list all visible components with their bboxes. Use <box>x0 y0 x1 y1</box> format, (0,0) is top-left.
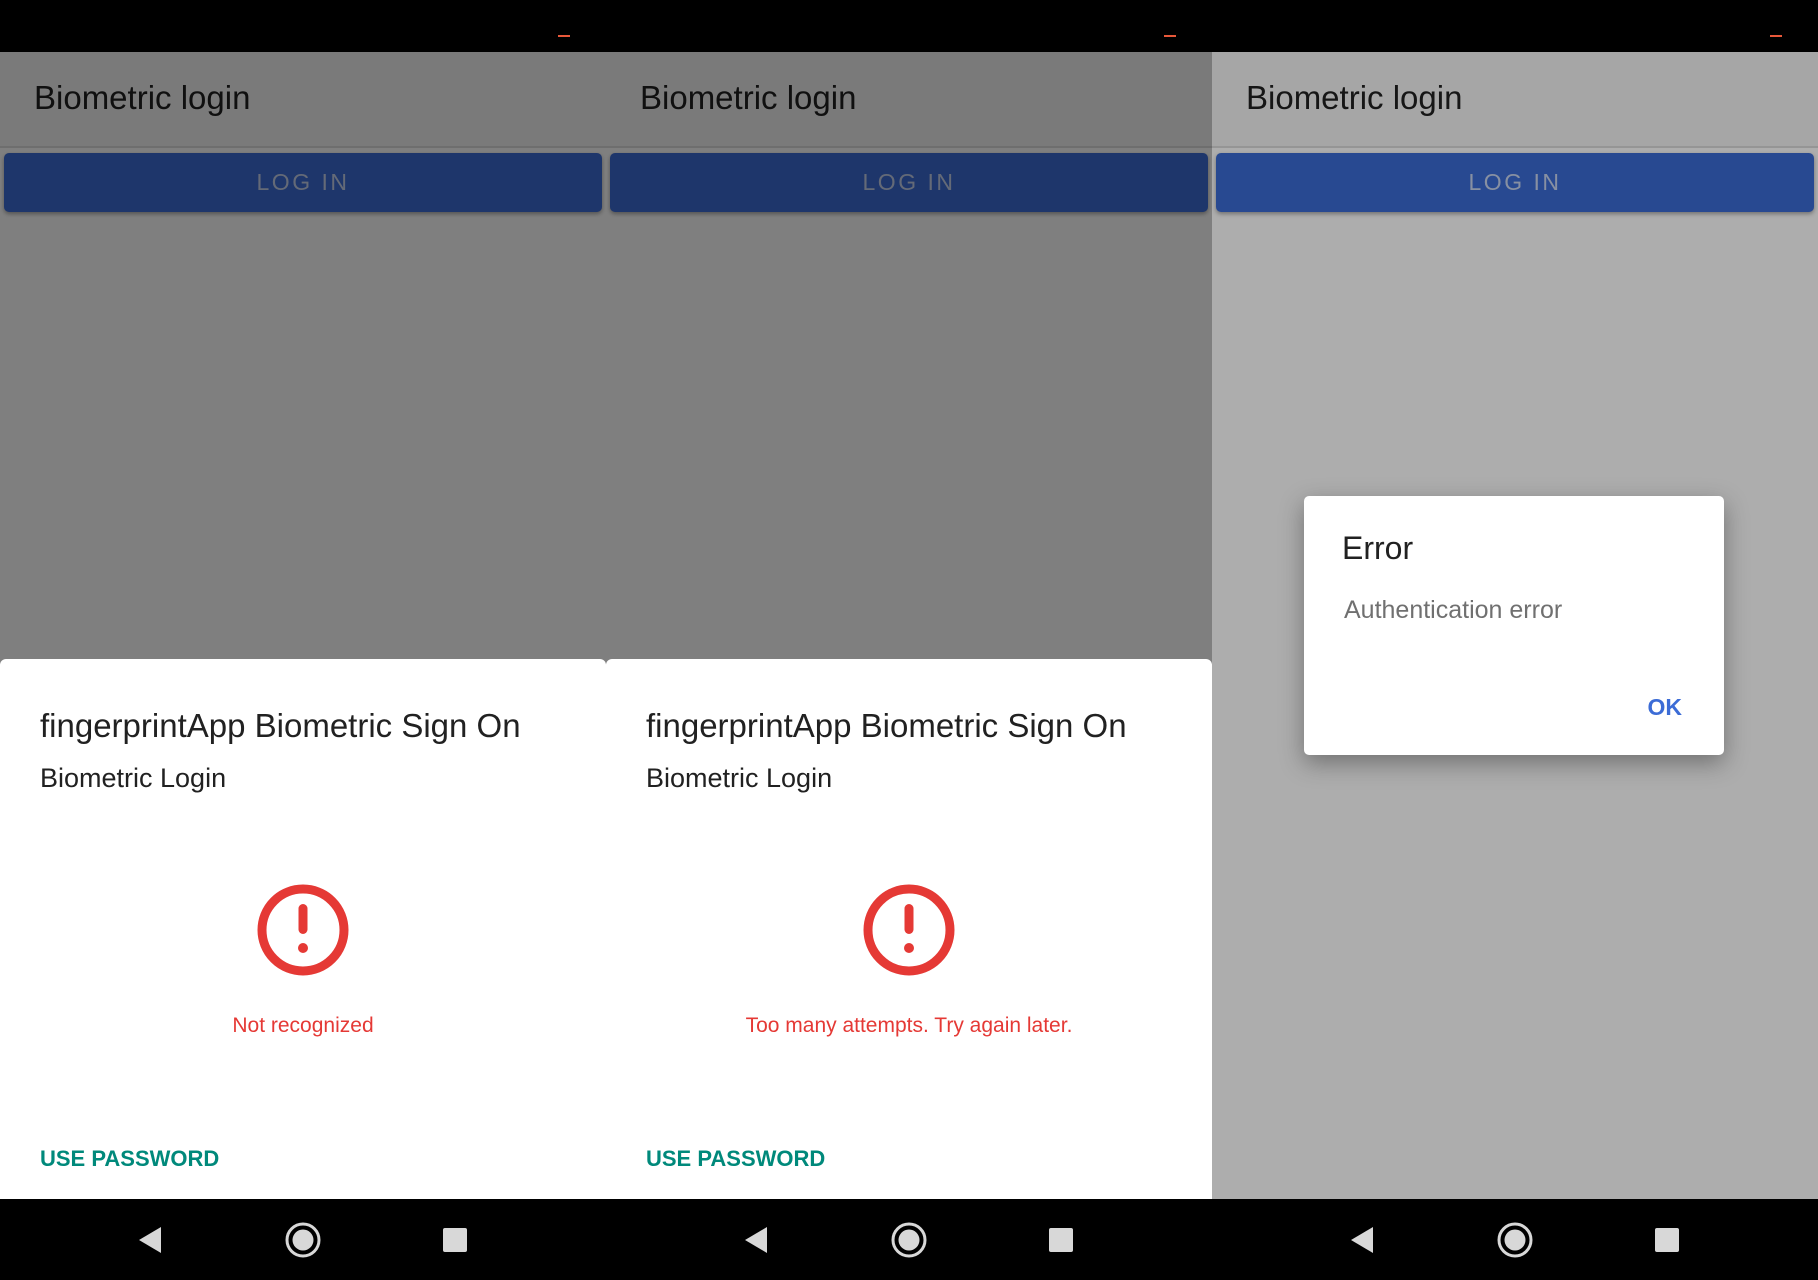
navigation-bar <box>0 1199 606 1280</box>
dialog-message: Authentication error <box>1344 596 1563 624</box>
home-icon[interactable] <box>284 1221 322 1259</box>
screen-authentication-error: Biometric login LOG IN Error Authenticat… <box>1212 0 1818 1280</box>
prompt-subtitle: Biometric Login <box>646 763 833 793</box>
recents-icon[interactable] <box>1648 1221 1686 1259</box>
status-indicator <box>1770 35 1782 37</box>
prompt-subtitle: Biometric Login <box>40 763 227 793</box>
home-icon[interactable] <box>1496 1221 1534 1259</box>
error-circle-icon <box>863 884 955 976</box>
recents-icon[interactable] <box>1042 1221 1080 1259</box>
use-password-button[interactable]: USE PASSWORD <box>646 1146 825 1172</box>
navigation-bar <box>1212 1199 1818 1280</box>
status-indicator <box>558 35 570 37</box>
error-circle-icon <box>257 884 349 976</box>
ok-button[interactable]: OK <box>1648 694 1683 721</box>
screen-not-recognized: Biometric login LOG IN fingerprintApp Bi… <box>0 0 606 1280</box>
back-icon[interactable] <box>1343 1221 1381 1259</box>
biometric-prompt-sheet: fingerprintApp Biometric Sign On Biometr… <box>0 659 606 1199</box>
biometric-prompt-sheet: fingerprintApp Biometric Sign On Biometr… <box>606 659 1212 1199</box>
prompt-status-message: Too many attempts. Try again later. <box>745 1014 1073 1037</box>
screens-container: Biometric login LOG IN fingerprintApp Bi… <box>0 0 1818 1280</box>
prompt-title: fingerprintApp Biometric Sign On <box>646 707 1127 744</box>
app-content: Biometric login LOG IN fingerprintApp Bi… <box>606 52 1212 1199</box>
status-bar <box>0 0 606 52</box>
prompt-title: fingerprintApp Biometric Sign On <box>40 707 521 744</box>
app-content: Biometric login LOG IN fingerprintApp Bi… <box>0 52 606 1199</box>
app-content: Biometric login LOG IN Error Authenticat… <box>1212 52 1818 1199</box>
status-bar <box>1212 0 1818 52</box>
dialog-title: Error <box>1342 530 1414 566</box>
recents-icon[interactable] <box>436 1221 474 1259</box>
status-bar <box>606 0 1212 52</box>
screen-too-many-attempts: Biometric login LOG IN fingerprintApp Bi… <box>606 0 1212 1280</box>
navigation-bar <box>606 1199 1212 1280</box>
error-dialog: Error Authentication error OK <box>1304 496 1724 755</box>
back-icon[interactable] <box>737 1221 775 1259</box>
home-icon[interactable] <box>890 1221 928 1259</box>
use-password-button[interactable]: USE PASSWORD <box>40 1146 219 1172</box>
prompt-status-message: Not recognized <box>232 1014 374 1037</box>
back-icon[interactable] <box>131 1221 169 1259</box>
status-indicator <box>1164 35 1176 37</box>
